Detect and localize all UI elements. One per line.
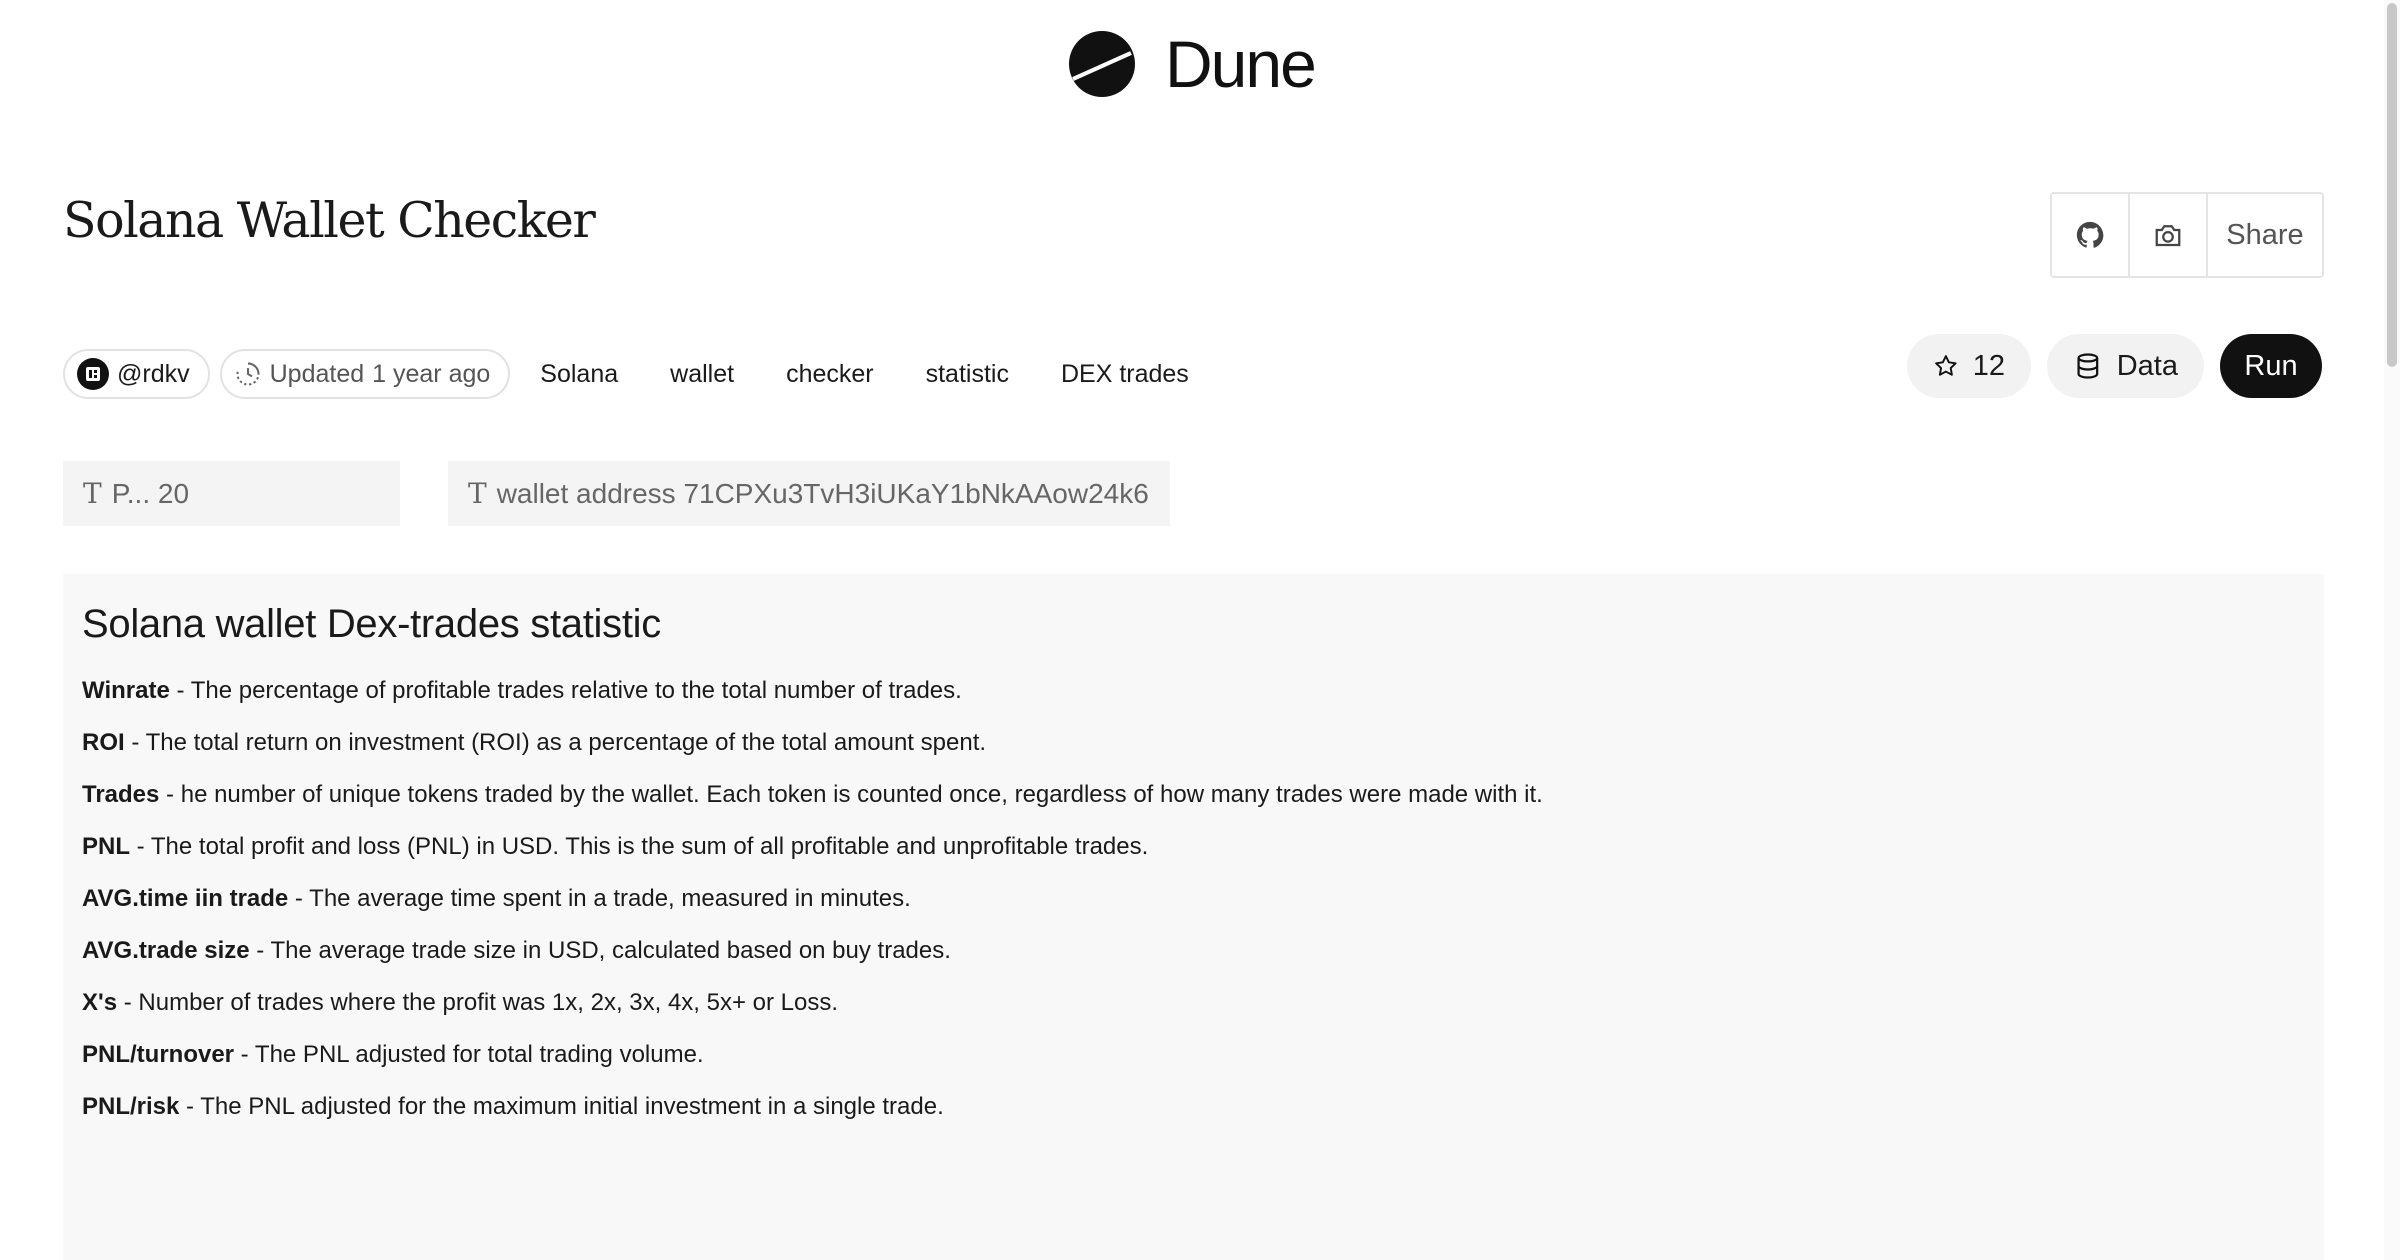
page-scrollbar[interactable]: [2384, 0, 2400, 1260]
definition-trades: Trades - he number of unique tokens trad…: [82, 769, 2305, 821]
definition-desc: - he number of unique tokens traded by t…: [159, 781, 1543, 808]
tag-statistic[interactable]: statistic: [900, 349, 1035, 399]
param-field-wallet-address[interactable]: T wallet address 71CPXu3TvH3iUKaY1bNkAAo…: [448, 461, 1170, 526]
tag-wallet[interactable]: wallet: [644, 349, 760, 399]
clock-icon: [236, 362, 260, 386]
database-icon: [2077, 353, 2099, 379]
star-count: 12: [1972, 349, 2005, 382]
definition-term: X's: [82, 989, 118, 1016]
definition-term: PNL/turnover: [82, 1041, 235, 1068]
data-button[interactable]: Data: [2047, 334, 2204, 398]
definition-desc: - Number of trades where the profit was …: [117, 989, 839, 1016]
updated-chip: Updated 1 year ago: [219, 349, 511, 399]
definition-desc: - The percentage of profitable trades re…: [169, 677, 962, 704]
brand-name: Dune: [1165, 27, 1317, 101]
camera-icon: [2155, 225, 2181, 247]
tag-checker[interactable]: checker: [760, 349, 900, 399]
github-icon: [2076, 221, 2104, 248]
definition-desc: - The PNL adjusted for total trading vol…: [234, 1041, 704, 1068]
definition-avg-time: AVG.time iin trade - The average time sp…: [82, 873, 2305, 925]
scrollbar-thumb[interactable]: [2387, 3, 2397, 367]
dune-logo-icon: [1069, 31, 1135, 97]
param-value: wallet address 71CPXu3TvH3iUKaY1bNkAAow2…: [496, 477, 1149, 509]
text-widget: Solana wallet Dex-trades statistic Winra…: [63, 574, 2324, 1260]
updated-time: 1 year ago: [372, 359, 491, 388]
definition-term: AVG.time iin trade: [82, 885, 289, 912]
page-title: Solana Wallet Checker: [63, 192, 596, 249]
dashboard-toolbar: 12 Data Run: [1907, 334, 2322, 398]
definition-desc: - The average time spent in a trade, mea…: [288, 885, 911, 912]
definition-xs: X's - Number of trades where the profit …: [82, 977, 2305, 1029]
definition-term: Winrate: [82, 677, 170, 704]
definition-pnl-risk: PNL/risk - The PNL adjusted for the maxi…: [82, 1081, 2305, 1133]
dune-brand[interactable]: Dune: [1069, 27, 1317, 101]
definition-term: AVG.trade size: [82, 937, 250, 964]
definition-winrate: Winrate - The percentage of profitable t…: [82, 665, 2305, 717]
data-label: Data: [2116, 349, 2178, 382]
definition-term: Trades: [82, 781, 160, 808]
avatar-glyph-icon: [86, 367, 100, 381]
definition-term: PNL/risk: [82, 1093, 180, 1120]
definition-pnl: PNL - The total profit and loss (PNL) in…: [82, 821, 2305, 873]
author-name: @rdkv: [117, 359, 190, 388]
tag-dex-trades[interactable]: DEX trades: [1035, 349, 1215, 399]
widget-title: Solana wallet Dex-trades statistic: [82, 602, 661, 646]
share-button[interactable]: Share: [2208, 194, 2322, 276]
definition-desc: - The PNL adjusted for the maximum initi…: [179, 1093, 944, 1120]
avatar: [77, 358, 109, 390]
github-button[interactable]: [2052, 194, 2130, 276]
definition-desc: - The total profit and loss (PNL) in USD…: [130, 833, 1149, 860]
definition-pnl-turnover: PNL/turnover - The PNL adjusted for tota…: [82, 1029, 2305, 1081]
param-value: P... 20: [111, 477, 190, 509]
updated-label: Updated: [269, 359, 365, 388]
author-chip[interactable]: @rdkv: [63, 349, 210, 399]
definition-desc: - The total return on investment (ROI) a…: [124, 729, 987, 756]
definition-roi: ROI - The total return on investment (RO…: [82, 717, 2305, 769]
param-field-p[interactable]: T P... 20: [63, 461, 400, 526]
definition-avg-trade-size: AVG.trade size - The average trade size …: [82, 925, 2305, 977]
tag-solana[interactable]: Solana: [520, 349, 644, 399]
text-param-icon: T: [83, 477, 102, 510]
definition-term: ROI: [82, 729, 125, 756]
definition-term: PNL: [82, 833, 130, 860]
definition-desc: - The average trade size in USD, calcula…: [249, 937, 951, 964]
run-button[interactable]: Run: [2220, 334, 2322, 398]
text-param-icon: T: [468, 477, 487, 510]
dashboard-actions: Share: [2050, 192, 2324, 278]
screenshot-button[interactable]: [2130, 194, 2208, 276]
dashboard-meta: @rdkv Updated 1 year ago Solana wallet c…: [63, 349, 1215, 399]
star-icon: [1935, 355, 1957, 376]
star-button[interactable]: 12: [1907, 334, 2031, 398]
